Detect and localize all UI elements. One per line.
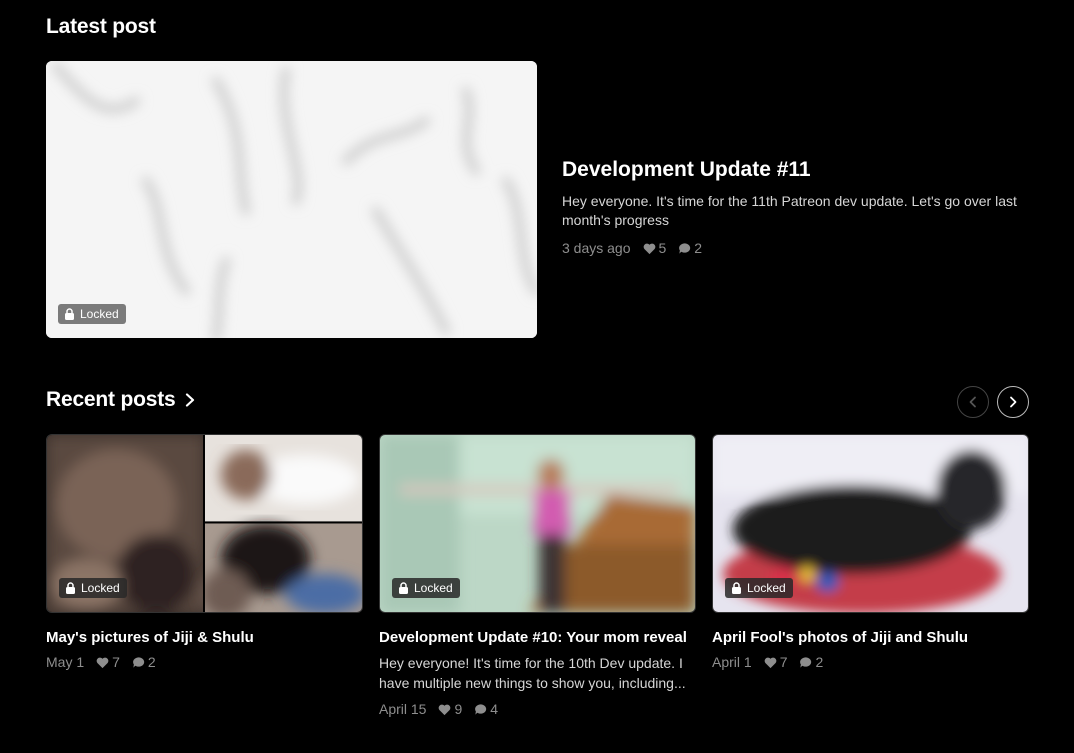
heart-icon [643,243,655,254]
recent-post-meta: April 1 7 2 [712,654,1029,670]
latest-post-meta: 3 days ago 5 2 [562,240,1032,256]
latest-post-excerpt: Hey everyone. It's time for the 11th Pat… [562,193,1017,228]
recent-post-meta: May 1 7 2 [46,654,363,670]
comment-count[interactable]: 2 [132,654,156,670]
locked-badge: Locked [392,578,460,598]
latest-post-details: Development Update #11 Hey everyone. It'… [562,158,1032,256]
like-count[interactable]: 7 [96,654,120,670]
recent-posts-heading[interactable]: Recent posts [46,388,197,412]
latest-post-heading: Latest post [46,15,156,38]
chevron-right-icon [1010,396,1017,408]
recent-post-excerpt: Hey everyone! It's time for the 10th Dev… [379,655,686,691]
post-date: 3 days ago [562,240,631,256]
latest-post-blurred-image [46,61,537,338]
chevron-left-icon [969,396,976,408]
latest-post-image[interactable]: Locked [46,61,537,338]
heart-icon [764,657,777,668]
recent-post-card[interactable]: Locked April Fool's photos of Jiji and S… [712,434,1029,670]
heart-icon [439,704,451,715]
post-date: April 1 [712,654,752,670]
carousel-prev-button[interactable] [957,386,989,418]
carousel-next-button[interactable] [997,386,1029,418]
chevron-right-icon [186,393,195,407]
recent-post-title[interactable]: April Fool's photos of Jiji and Shulu [712,629,1029,646]
comment-count[interactable]: 2 [678,240,702,256]
lock-icon [732,582,741,594]
comment-bubble-icon [800,656,812,668]
heart-icon [96,657,109,668]
locked-badge: Locked [58,304,126,324]
comment-bubble-icon [475,703,487,715]
locked-label: Locked [81,581,120,595]
comment-count[interactable]: 2 [799,654,823,670]
locked-badge: Locked [59,578,127,598]
like-count[interactable]: 7 [764,654,787,670]
like-count[interactable]: 9 [438,701,462,717]
locked-badge: Locked [725,578,793,598]
locked-label: Locked [747,581,786,595]
recent-post-title[interactable]: May's pictures of Jiji & Shulu [46,629,363,646]
comment-bubble-icon [133,656,145,668]
like-count[interactable]: 5 [643,240,666,256]
post-date: April 15 [379,701,427,717]
lock-icon [65,308,74,320]
post-date: May 1 [46,654,85,670]
recent-post-card[interactable]: Locked May's pictures of Jiji & Shulu Ma… [46,434,363,670]
comment-bubble-icon [679,242,691,254]
recent-post-image[interactable]: Locked [712,434,1029,613]
lock-icon [399,582,408,594]
locked-label: Locked [80,307,119,321]
recent-post-meta: April 15 9 4 [379,701,696,717]
recent-post-image[interactable]: Locked [46,434,363,613]
recent-post-title[interactable]: Development Update #10: Your mom reveal [379,629,696,646]
comment-count[interactable]: 4 [474,701,498,717]
locked-label: Locked [414,581,453,595]
latest-post-title[interactable]: Development Update #11 [562,158,1032,182]
recent-post-card[interactable]: Locked Development Update #10: Your mom … [379,434,696,717]
lock-icon [66,582,75,594]
recent-post-image[interactable]: Locked [379,434,696,613]
